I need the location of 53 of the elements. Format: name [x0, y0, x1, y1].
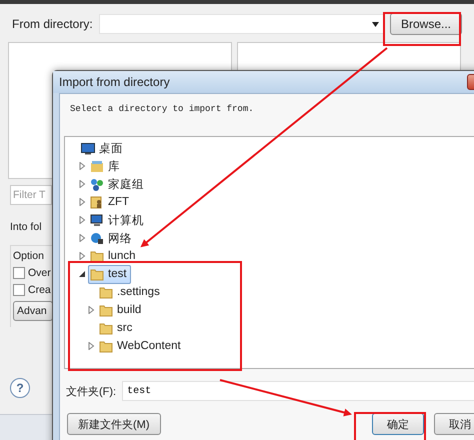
library-icon: [90, 160, 104, 172]
network-icon: [90, 232, 104, 244]
expand-arrow-icon[interactable]: [78, 252, 86, 260]
highlight-frame: [354, 412, 426, 440]
checkbox-label: Crea: [28, 284, 51, 296]
help-icon[interactable]: ?: [10, 378, 30, 398]
tree-item[interactable]: build: [97, 300, 146, 320]
filter-field[interactable]: Filter T: [10, 185, 52, 205]
folder-icon: [99, 304, 113, 316]
folder-field[interactable]: test: [122, 381, 474, 401]
tree-item[interactable]: 网络: [88, 228, 136, 248]
folder-icon: [90, 250, 104, 262]
dialog-title: Import from directory: [59, 75, 170, 89]
checkbox[interactable]: [13, 284, 25, 296]
tree-item[interactable]: src: [97, 318, 136, 338]
expand-arrow-icon[interactable]: [87, 306, 95, 314]
collapse-arrow-icon[interactable]: [78, 270, 86, 278]
desktop-icon: [81, 142, 95, 154]
folder-icon: [99, 322, 113, 334]
tree-item[interactable]: ZFT: [88, 192, 134, 212]
folder-icon: [99, 286, 113, 298]
tree-item[interactable]: test: [88, 264, 131, 284]
tree-item[interactable]: lunch: [88, 246, 140, 266]
homegroup-icon: [90, 178, 104, 190]
expand-arrow-icon[interactable]: [78, 180, 86, 188]
caret-icon[interactable]: [372, 22, 379, 26]
tree-item[interactable]: 桌面: [79, 138, 127, 158]
tree-item[interactable]: 库: [88, 156, 124, 176]
expand-arrow-icon[interactable]: [87, 342, 95, 350]
user-folder-icon: [90, 196, 104, 208]
expand-arrow-icon[interactable]: [78, 198, 86, 206]
dialog-button[interactable]: 确定: [372, 413, 424, 435]
expand-arrow-icon[interactable]: [78, 216, 86, 224]
tree-item[interactable]: .settings: [97, 282, 164, 302]
expand-arrow-icon[interactable]: [78, 234, 86, 242]
tree-item[interactable]: WebContent: [97, 336, 185, 356]
tree-item[interactable]: 家庭组: [88, 174, 148, 194]
instruction-text: Select a directory to import from.: [70, 104, 255, 114]
folder-icon: [99, 340, 113, 352]
dialog-button[interactable]: 新建文件夹(M): [67, 413, 160, 435]
checkbox-label: Over: [28, 267, 51, 279]
dialog-button[interactable]: 取消: [434, 413, 474, 435]
field-label: 文件夹(F):: [66, 384, 116, 398]
field-label: From directory:: [12, 17, 93, 31]
folder-icon: [90, 268, 104, 280]
browse-button[interactable]: Browse...: [390, 13, 462, 35]
field-label: Into fol: [10, 221, 43, 233]
computer-icon: [90, 214, 104, 226]
group-title: Option: [13, 250, 45, 262]
tree-item[interactable]: 计算机: [88, 210, 148, 230]
expand-arrow-icon[interactable]: [78, 162, 86, 170]
advanced-button[interactable]: Advan: [13, 301, 53, 321]
checkbox[interactable]: [13, 267, 25, 279]
